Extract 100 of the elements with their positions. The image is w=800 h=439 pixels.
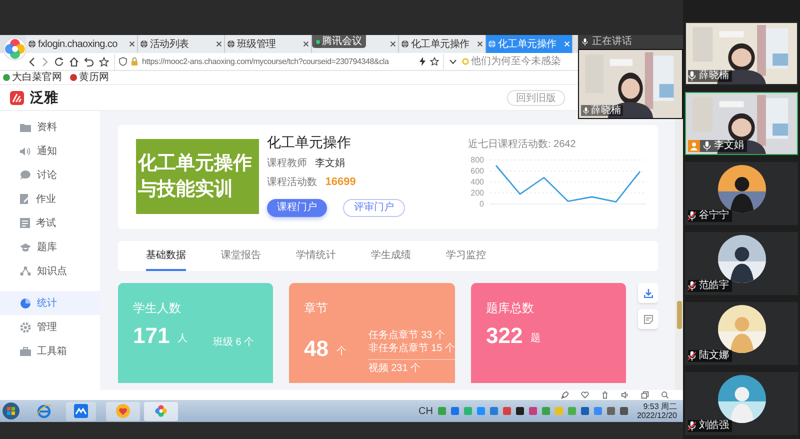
clock-time[interactable]: 9:53 周二: [643, 402, 677, 411]
tab[interactable]: 基础数据: [146, 241, 186, 271]
clock-date[interactable]: 2022/12/20: [636, 411, 677, 420]
sidebar-item[interactable]: 资料: [0, 115, 100, 139]
course-cover: 化工单元操作 与技能实训: [136, 139, 260, 214]
browser-tab[interactable]: fxlogin.chaoxing.co: [26, 35, 138, 53]
note-button[interactable]: [638, 309, 658, 329]
sidebar-item[interactable]: 工具箱: [0, 339, 100, 363]
participant-name: 陆文娜: [699, 350, 729, 362]
card-value: 48: [304, 336, 328, 362]
browser-tab[interactable]: 班级管理: [225, 35, 312, 53]
card-title: 章节: [304, 300, 329, 317]
start-button[interactable]: [2, 402, 20, 420]
participant-tile[interactable]: 薛晓楠: [685, 22, 798, 85]
activity-count: 16699: [325, 175, 356, 190]
tab-title: 班级管理: [237, 38, 277, 52]
close-icon[interactable]: [390, 41, 396, 47]
meeting-app-icon[interactable]: [74, 404, 88, 418]
tab-title: fxlogin.chaoxing.co: [38, 38, 118, 52]
card-unit: 题: [530, 332, 541, 346]
close-icon[interactable]: [129, 41, 135, 47]
gear-icon: [20, 322, 31, 332]
sidebar-item[interactable]: 统计: [0, 291, 100, 315]
globe-icon: [140, 40, 148, 48]
search-icon[interactable]: [661, 391, 669, 399]
tab-title: 化工单元操作: [498, 38, 558, 52]
tab[interactable]: 课堂报告: [221, 241, 261, 271]
heart-icon[interactable]: [581, 391, 589, 399]
url-text: https://mooc2-ans.chaoxing.com/mycourse/tch?courseid=230794348&cla: [142, 56, 389, 68]
download-button[interactable]: [638, 283, 658, 303]
sidebar-item[interactable]: 通知: [0, 139, 100, 163]
participant-tile[interactable]: 陆文娜: [685, 302, 798, 365]
tab[interactable]: 学习监控: [446, 241, 486, 271]
search-engine-icon: [462, 58, 469, 65]
sidebar-item[interactable]: 题库: [0, 235, 100, 259]
home-icon[interactable]: [69, 56, 79, 66]
y-tick-label: 800: [470, 156, 484, 164]
trash-icon[interactable]: [601, 391, 609, 399]
sidebar-item[interactable]: 知识点: [0, 259, 100, 283]
card-detail: 任务点章节 33 个: [368, 329, 446, 342]
dropdown-caret-icon[interactable]: [449, 58, 457, 64]
review-portal-button[interactable]: 评审门户: [343, 198, 406, 216]
browser-e-icon[interactable]: [36, 403, 52, 419]
globe-icon: [227, 40, 235, 48]
edit-document-icon: [20, 194, 30, 204]
sidebar-item[interactable]: 管理: [0, 315, 100, 339]
course-portal-button[interactable]: 课程门户: [267, 198, 328, 216]
star-icon[interactable]: [430, 57, 439, 66]
speaker-icon[interactable]: [621, 391, 629, 399]
card-detail: 班级 6 个: [213, 336, 254, 348]
back-icon[interactable]: [28, 56, 36, 66]
sidebar-item[interactable]: 讨论: [0, 163, 100, 187]
close-icon[interactable]: [477, 41, 483, 47]
close-icon[interactable]: [303, 41, 309, 47]
video-tile[interactable]: 薛晓楠: [578, 49, 683, 119]
address-bar[interactable]: https://mooc2-ans.chaoxing.com/mycourse/tch?courseid=230794348&cla: [114, 54, 444, 70]
tab-title: 活动列表: [150, 38, 190, 52]
y-tick-label: 0: [480, 200, 484, 208]
y-tick-label: 200: [470, 188, 484, 198]
participant-name: 薛晓楠: [699, 70, 729, 82]
search-field[interactable]: 他们为何至今未感染: [462, 54, 570, 69]
participant-name: 李文娟: [714, 140, 744, 152]
field-label: 课程教师: [267, 157, 308, 171]
participant-name: 谷宁宁: [699, 210, 729, 222]
speaker-icon: [20, 146, 31, 156]
close-icon[interactable]: [216, 41, 222, 47]
tab[interactable]: 学生成绩: [371, 241, 411, 271]
tab[interactable]: 学情统计: [296, 241, 336, 271]
browser-tab[interactable]: 活动列表: [138, 35, 225, 53]
y-tick-label: 600: [470, 166, 484, 176]
sidebar-item[interactable]: 考试: [0, 211, 100, 235]
meeting-status-toast[interactable]: 腾讯会议: [312, 35, 366, 48]
sidebar-item[interactable]: 作业: [0, 187, 100, 211]
card-detail: 视频 231 个: [368, 359, 455, 375]
participant-tile[interactable]: 李文娟: [685, 92, 798, 155]
participant-tile[interactable]: 谷宁宁: [685, 162, 798, 225]
bookmark[interactable]: 大白菜官网: [3, 70, 62, 85]
chart-title: 近七日课程活动数: 2642: [468, 138, 577, 152]
participant-tile[interactable]: 刘皓强: [685, 372, 798, 435]
chat-bubble-icon: [20, 170, 31, 180]
reload-icon[interactable]: [54, 56, 64, 66]
window-icon[interactable]: [641, 391, 649, 399]
graduation-cap-icon: [20, 242, 31, 252]
scrollbar-thumb[interactable]: [676, 301, 682, 329]
browser-app-icon[interactable]: [154, 404, 168, 418]
rocket-icon[interactable]: [561, 391, 569, 399]
bookmark[interactable]: 黄历网: [70, 70, 109, 85]
card-unit: 个: [336, 345, 346, 359]
lightning-icon: [419, 57, 426, 66]
undo-icon[interactable]: [84, 56, 94, 66]
heart-app-icon[interactable]: [116, 404, 130, 418]
star-icon[interactable]: [99, 56, 109, 66]
y-tick-label: 400: [470, 178, 484, 186]
logo-icon: [10, 90, 24, 104]
browser-tab[interactable]: 化工单元操作: [399, 35, 486, 53]
input-method-indicator[interactable]: CH: [418, 404, 433, 418]
forward-icon[interactable]: [41, 56, 49, 66]
download-icon: [644, 288, 652, 298]
folder-icon: [20, 122, 31, 132]
participant-tile[interactable]: 范皓宇: [685, 232, 798, 295]
